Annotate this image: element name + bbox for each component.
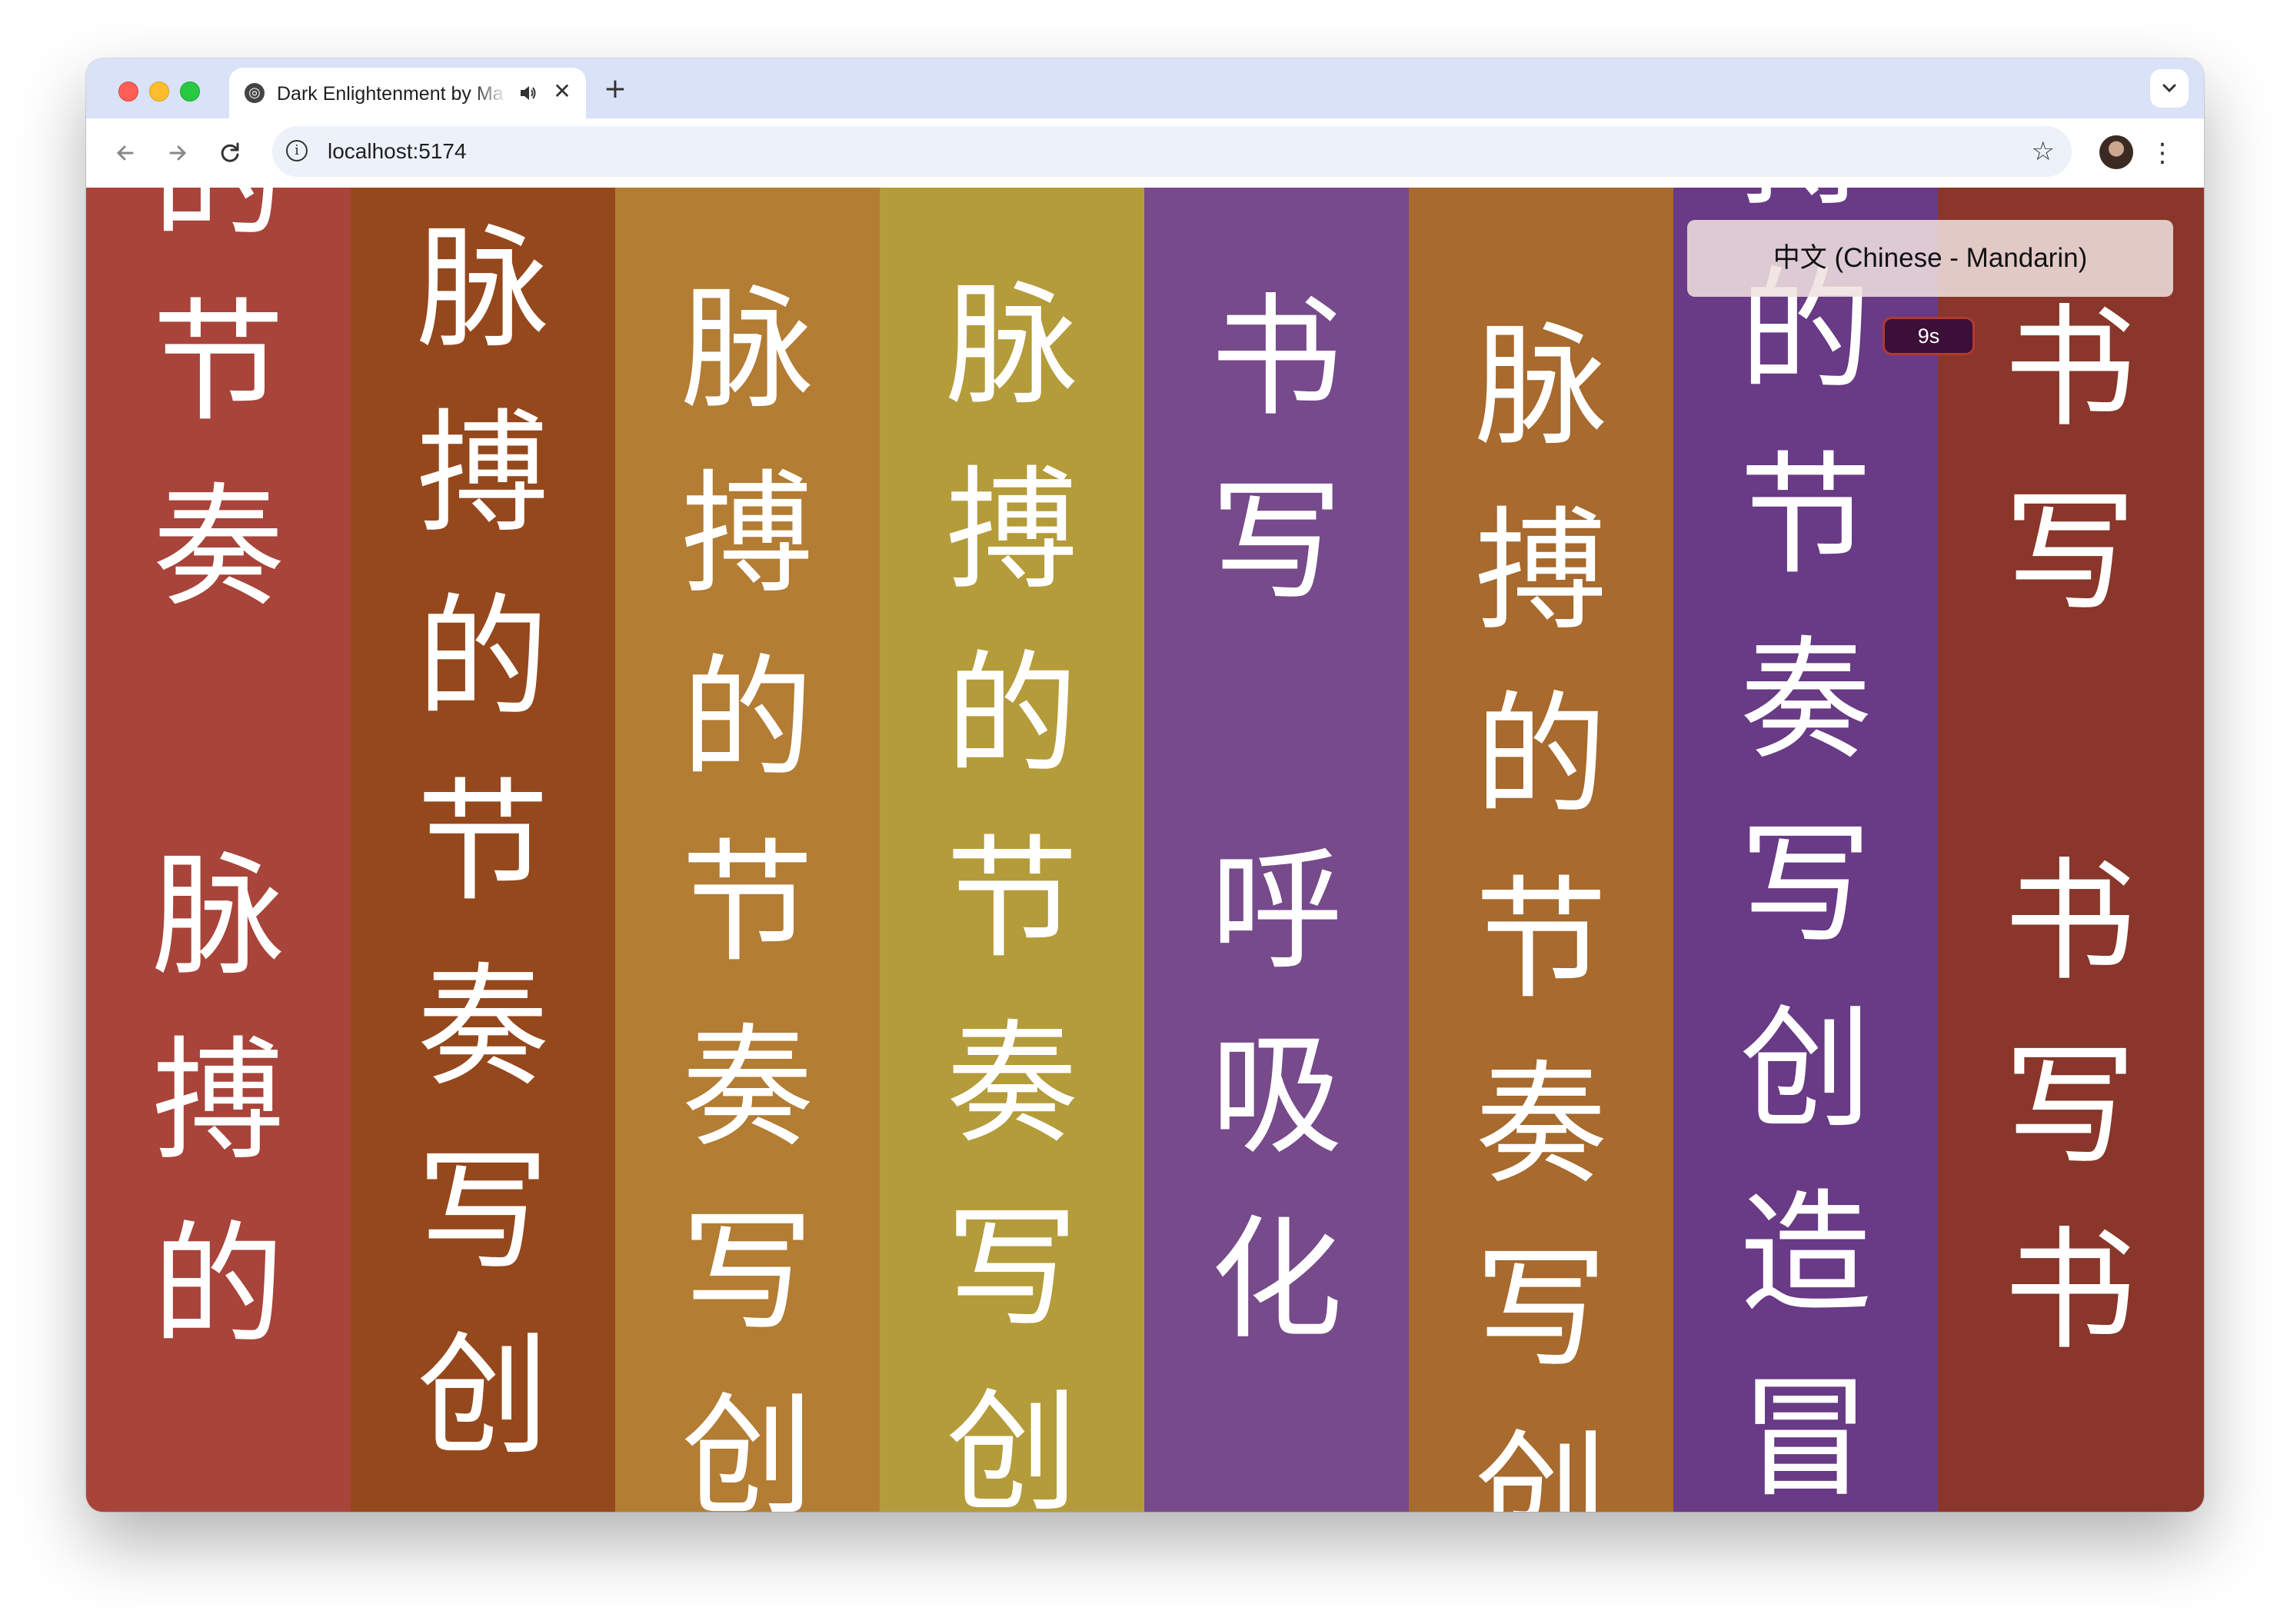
- text-column: 的 节 奏 脉 搏 的: [86, 188, 351, 1512]
- timer-badge: 9s: [1883, 317, 1975, 355]
- text-column: 搏 的 节 奏 写 创 造 冒: [1673, 188, 1939, 1512]
- page-content: 的 节 奏 脉 搏 的脉 搏 的 节 奏 写 创脉 搏 的 节 奏 写 创脉 搏…: [86, 188, 2204, 1512]
- text-column: 书 写 呼 吸 化: [1144, 188, 1410, 1512]
- back-icon: [116, 145, 134, 161]
- column-text: 搏 的 节 奏 写 创 造 冒: [1739, 188, 1872, 1512]
- text-column: 脉 搏 的 节 奏 写 创: [1409, 188, 1674, 1512]
- zoom-window-button[interactable]: [180, 82, 200, 102]
- column-text: 书 写 呼 吸 化: [1210, 279, 1343, 1357]
- minimize-window-button[interactable]: [149, 82, 169, 102]
- speaker-icon[interactable]: [518, 83, 538, 103]
- address-bar[interactable]: i localhost:5174 ☆: [272, 126, 2072, 177]
- column-text: 脉 搏 的 节 奏 写 创: [681, 272, 814, 1512]
- tab-search-icon: [2162, 84, 2176, 93]
- globe-icon: ◎: [245, 83, 265, 103]
- tab-search-button[interactable]: [2150, 69, 2189, 108]
- column-text: 书 写 书 写 书: [2004, 291, 2136, 1369]
- text-column: 脉 搏 的 节 奏 写 创: [615, 188, 881, 1512]
- browser-window: ◎ Dark Enlightenment by Ma ✕ + i localho…: [86, 58, 2204, 1512]
- text-column: 脉 搏 的 节 奏 写 创: [351, 188, 616, 1512]
- avatar[interactable]: [2099, 135, 2133, 169]
- more-icon[interactable]: ⋮: [2147, 135, 2178, 171]
- forward-button[interactable]: [160, 135, 195, 171]
- column-text: 脉 搏 的 节 奏 写 创: [417, 211, 549, 1473]
- star-icon[interactable]: ☆: [2032, 137, 2055, 166]
- info-icon[interactable]: i: [286, 140, 308, 161]
- language-select[interactable]: 中文 (Chinese - Mandarin): [1687, 220, 2173, 297]
- tab-title: Dark Enlightenment by Ma: [277, 83, 504, 105]
- close-window-button[interactable]: [118, 82, 138, 102]
- forward-icon: [169, 145, 187, 161]
- navigation-toolbar: i localhost:5174 ☆ ⋮: [86, 118, 2204, 188]
- reload-button[interactable]: [212, 135, 248, 171]
- browser-tab[interactable]: ◎ Dark Enlightenment by Ma ✕: [229, 68, 586, 118]
- new-tab-button[interactable]: +: [600, 74, 631, 105]
- url-text[interactable]: localhost:5174: [328, 139, 467, 164]
- column-text: 脉 搏 的 节 奏 写 创: [1475, 309, 1607, 1512]
- text-column: 脉 搏 的 节 奏 写 创: [880, 188, 1145, 1512]
- back-button[interactable]: [108, 135, 143, 171]
- column-text: 脉 搏 的 节 奏 写 创: [946, 268, 1078, 1512]
- text-column: 书 写 书 写 书: [1938, 188, 2204, 1512]
- close-icon[interactable]: ✕: [551, 80, 574, 103]
- reload-icon: [221, 142, 239, 162]
- column-text: 的 节 奏 脉 搏 的: [152, 188, 285, 1363]
- title-bar: ◎ Dark Enlightenment by Ma ✕ +: [86, 58, 2204, 118]
